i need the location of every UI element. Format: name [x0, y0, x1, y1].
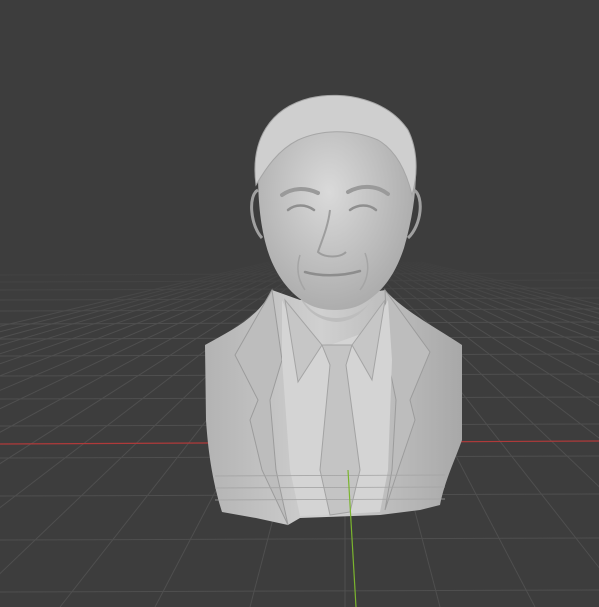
- grid-line: [0, 537, 599, 541]
- viewport-canvas[interactable]: [0, 0, 599, 607]
- grid-line: [0, 589, 599, 593]
- 3d-viewport[interactable]: [0, 0, 599, 607]
